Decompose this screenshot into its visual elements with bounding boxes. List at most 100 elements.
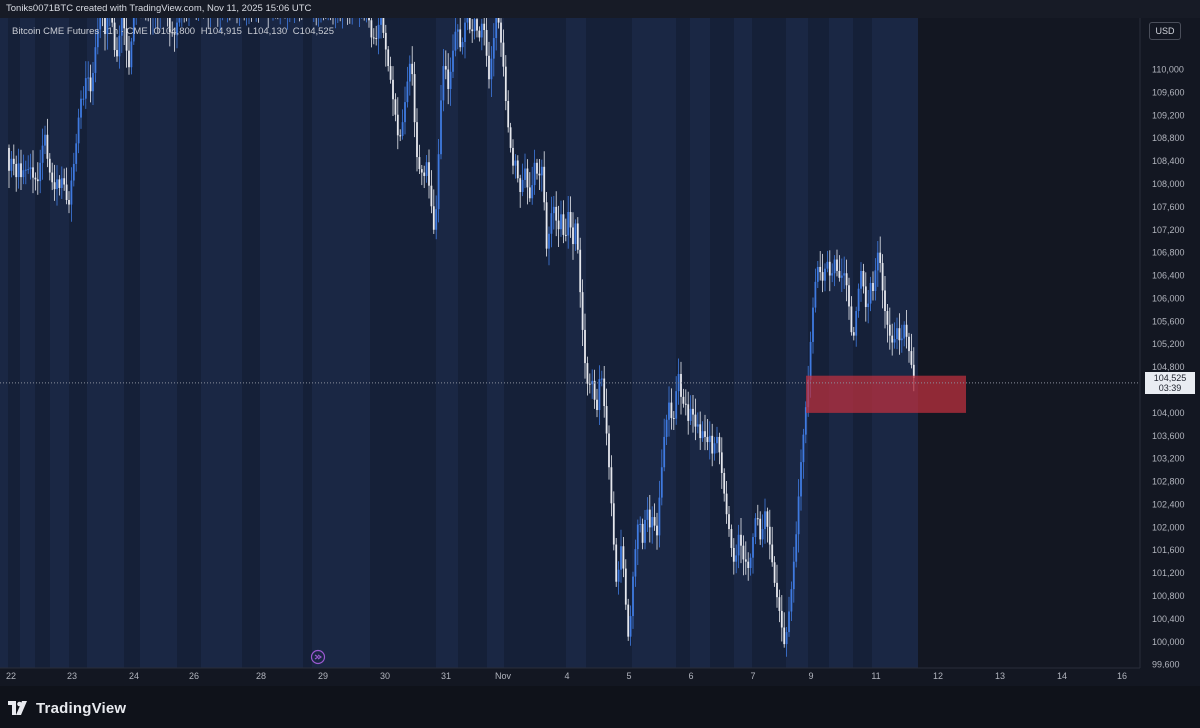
time-tick-label: 23 xyxy=(67,671,77,681)
candle-down xyxy=(572,227,574,245)
candle-down xyxy=(46,134,49,159)
session-band xyxy=(177,18,201,668)
candle-down xyxy=(68,199,70,205)
candle-down xyxy=(593,380,596,400)
candle-down xyxy=(653,517,656,526)
candle-down xyxy=(423,172,426,176)
candle-down xyxy=(723,472,726,494)
candle-up xyxy=(814,281,817,308)
candle-down xyxy=(512,147,514,166)
candle-up xyxy=(548,233,550,249)
candle-down xyxy=(766,511,769,527)
price-tick-label: 105,600 xyxy=(1152,316,1185,326)
candle-down xyxy=(368,18,370,21)
candle-up xyxy=(82,98,85,100)
candle-down xyxy=(730,529,733,548)
candle-down xyxy=(32,167,34,178)
candle-down xyxy=(728,514,730,530)
tradingview-wordmark: TradingView xyxy=(36,699,127,717)
candle-down xyxy=(382,18,385,33)
time-tick-label: Nov xyxy=(495,671,512,681)
candle-up xyxy=(461,42,464,48)
candle-down xyxy=(375,38,378,40)
session-band xyxy=(50,18,69,668)
last-price-label: 104,525 03:39 xyxy=(1145,371,1195,394)
candle-down xyxy=(428,162,430,186)
candle-down xyxy=(8,147,10,171)
candle-down xyxy=(756,518,759,520)
candle-up xyxy=(816,266,819,282)
session-band xyxy=(303,18,312,668)
candle-up xyxy=(552,206,555,214)
candle-up xyxy=(689,408,692,421)
time-tick-label: 11 xyxy=(871,671,880,681)
session-band xyxy=(566,18,586,668)
candle-up xyxy=(492,38,495,59)
candle-up xyxy=(824,268,826,281)
candle-down xyxy=(773,562,776,583)
candle-up xyxy=(660,467,663,498)
candle-down xyxy=(725,493,728,515)
candle-down xyxy=(608,433,610,468)
candle-up xyxy=(809,341,812,380)
candle-up xyxy=(380,18,382,25)
candle-up xyxy=(893,339,896,343)
candle-up xyxy=(735,555,738,562)
candle-up xyxy=(464,22,466,43)
candle-up xyxy=(636,524,639,550)
price-chart[interactable]: 110,000 109,600 109,200 108,800 108,400 108,0… xyxy=(0,18,1200,686)
session-band xyxy=(69,18,87,668)
session-band xyxy=(786,18,808,668)
candle-down xyxy=(399,135,402,137)
candle-up xyxy=(620,546,622,570)
currency-selector[interactable]: USD xyxy=(1149,22,1181,40)
price-tick-label: 106,000 xyxy=(1152,293,1185,303)
candle-up xyxy=(644,519,646,543)
candle-down xyxy=(648,509,651,528)
candle-down xyxy=(384,32,387,50)
candle-down xyxy=(884,290,886,312)
candle-down xyxy=(622,546,625,569)
candle-down xyxy=(838,270,841,278)
candle-up xyxy=(60,178,63,188)
chart-right-padding xyxy=(918,18,1140,668)
time-tick-label: 6 xyxy=(688,671,693,681)
price-tick-label: 102,800 xyxy=(1152,477,1185,487)
candle-down xyxy=(687,404,690,421)
candle-up xyxy=(524,168,526,180)
session-band xyxy=(690,18,710,668)
candle-down xyxy=(780,610,783,628)
legend-low: L104,130 xyxy=(247,26,288,37)
candle-down xyxy=(468,18,471,30)
symbol-legend: Bitcoin CME Futures · 1h · CME O104,800 … xyxy=(12,26,337,37)
candle-down xyxy=(430,185,433,207)
price-tick-label: 102,400 xyxy=(1152,499,1185,509)
candle-up xyxy=(495,18,498,39)
session-band xyxy=(710,18,734,668)
candle-down xyxy=(581,292,584,330)
time-tick-label: 9 xyxy=(808,671,813,681)
price-tick-label: 100,800 xyxy=(1152,591,1185,601)
candle-down xyxy=(910,351,913,365)
candle-up xyxy=(708,435,711,443)
candle-down xyxy=(483,23,486,31)
candle-up xyxy=(802,434,805,463)
session-band xyxy=(829,18,853,668)
time-tick-label: 13 xyxy=(995,671,1005,681)
candle-down xyxy=(516,160,519,179)
candle-up xyxy=(408,63,411,82)
candle-up xyxy=(800,462,802,497)
candle-up xyxy=(617,569,620,582)
candle-down xyxy=(744,559,747,562)
candle-up xyxy=(754,518,757,538)
candle-up xyxy=(792,561,795,590)
supply-demand-zone[interactable] xyxy=(806,375,966,413)
price-tick-label: 105,200 xyxy=(1152,339,1185,349)
candle-down xyxy=(536,162,538,174)
candle-up xyxy=(668,402,670,420)
price-tick-label: 103,600 xyxy=(1152,431,1185,441)
tradingview-logo[interactable]: TradingView xyxy=(8,698,126,718)
candle-down xyxy=(15,163,18,178)
candle-up xyxy=(900,338,903,341)
candle-down xyxy=(776,582,778,598)
